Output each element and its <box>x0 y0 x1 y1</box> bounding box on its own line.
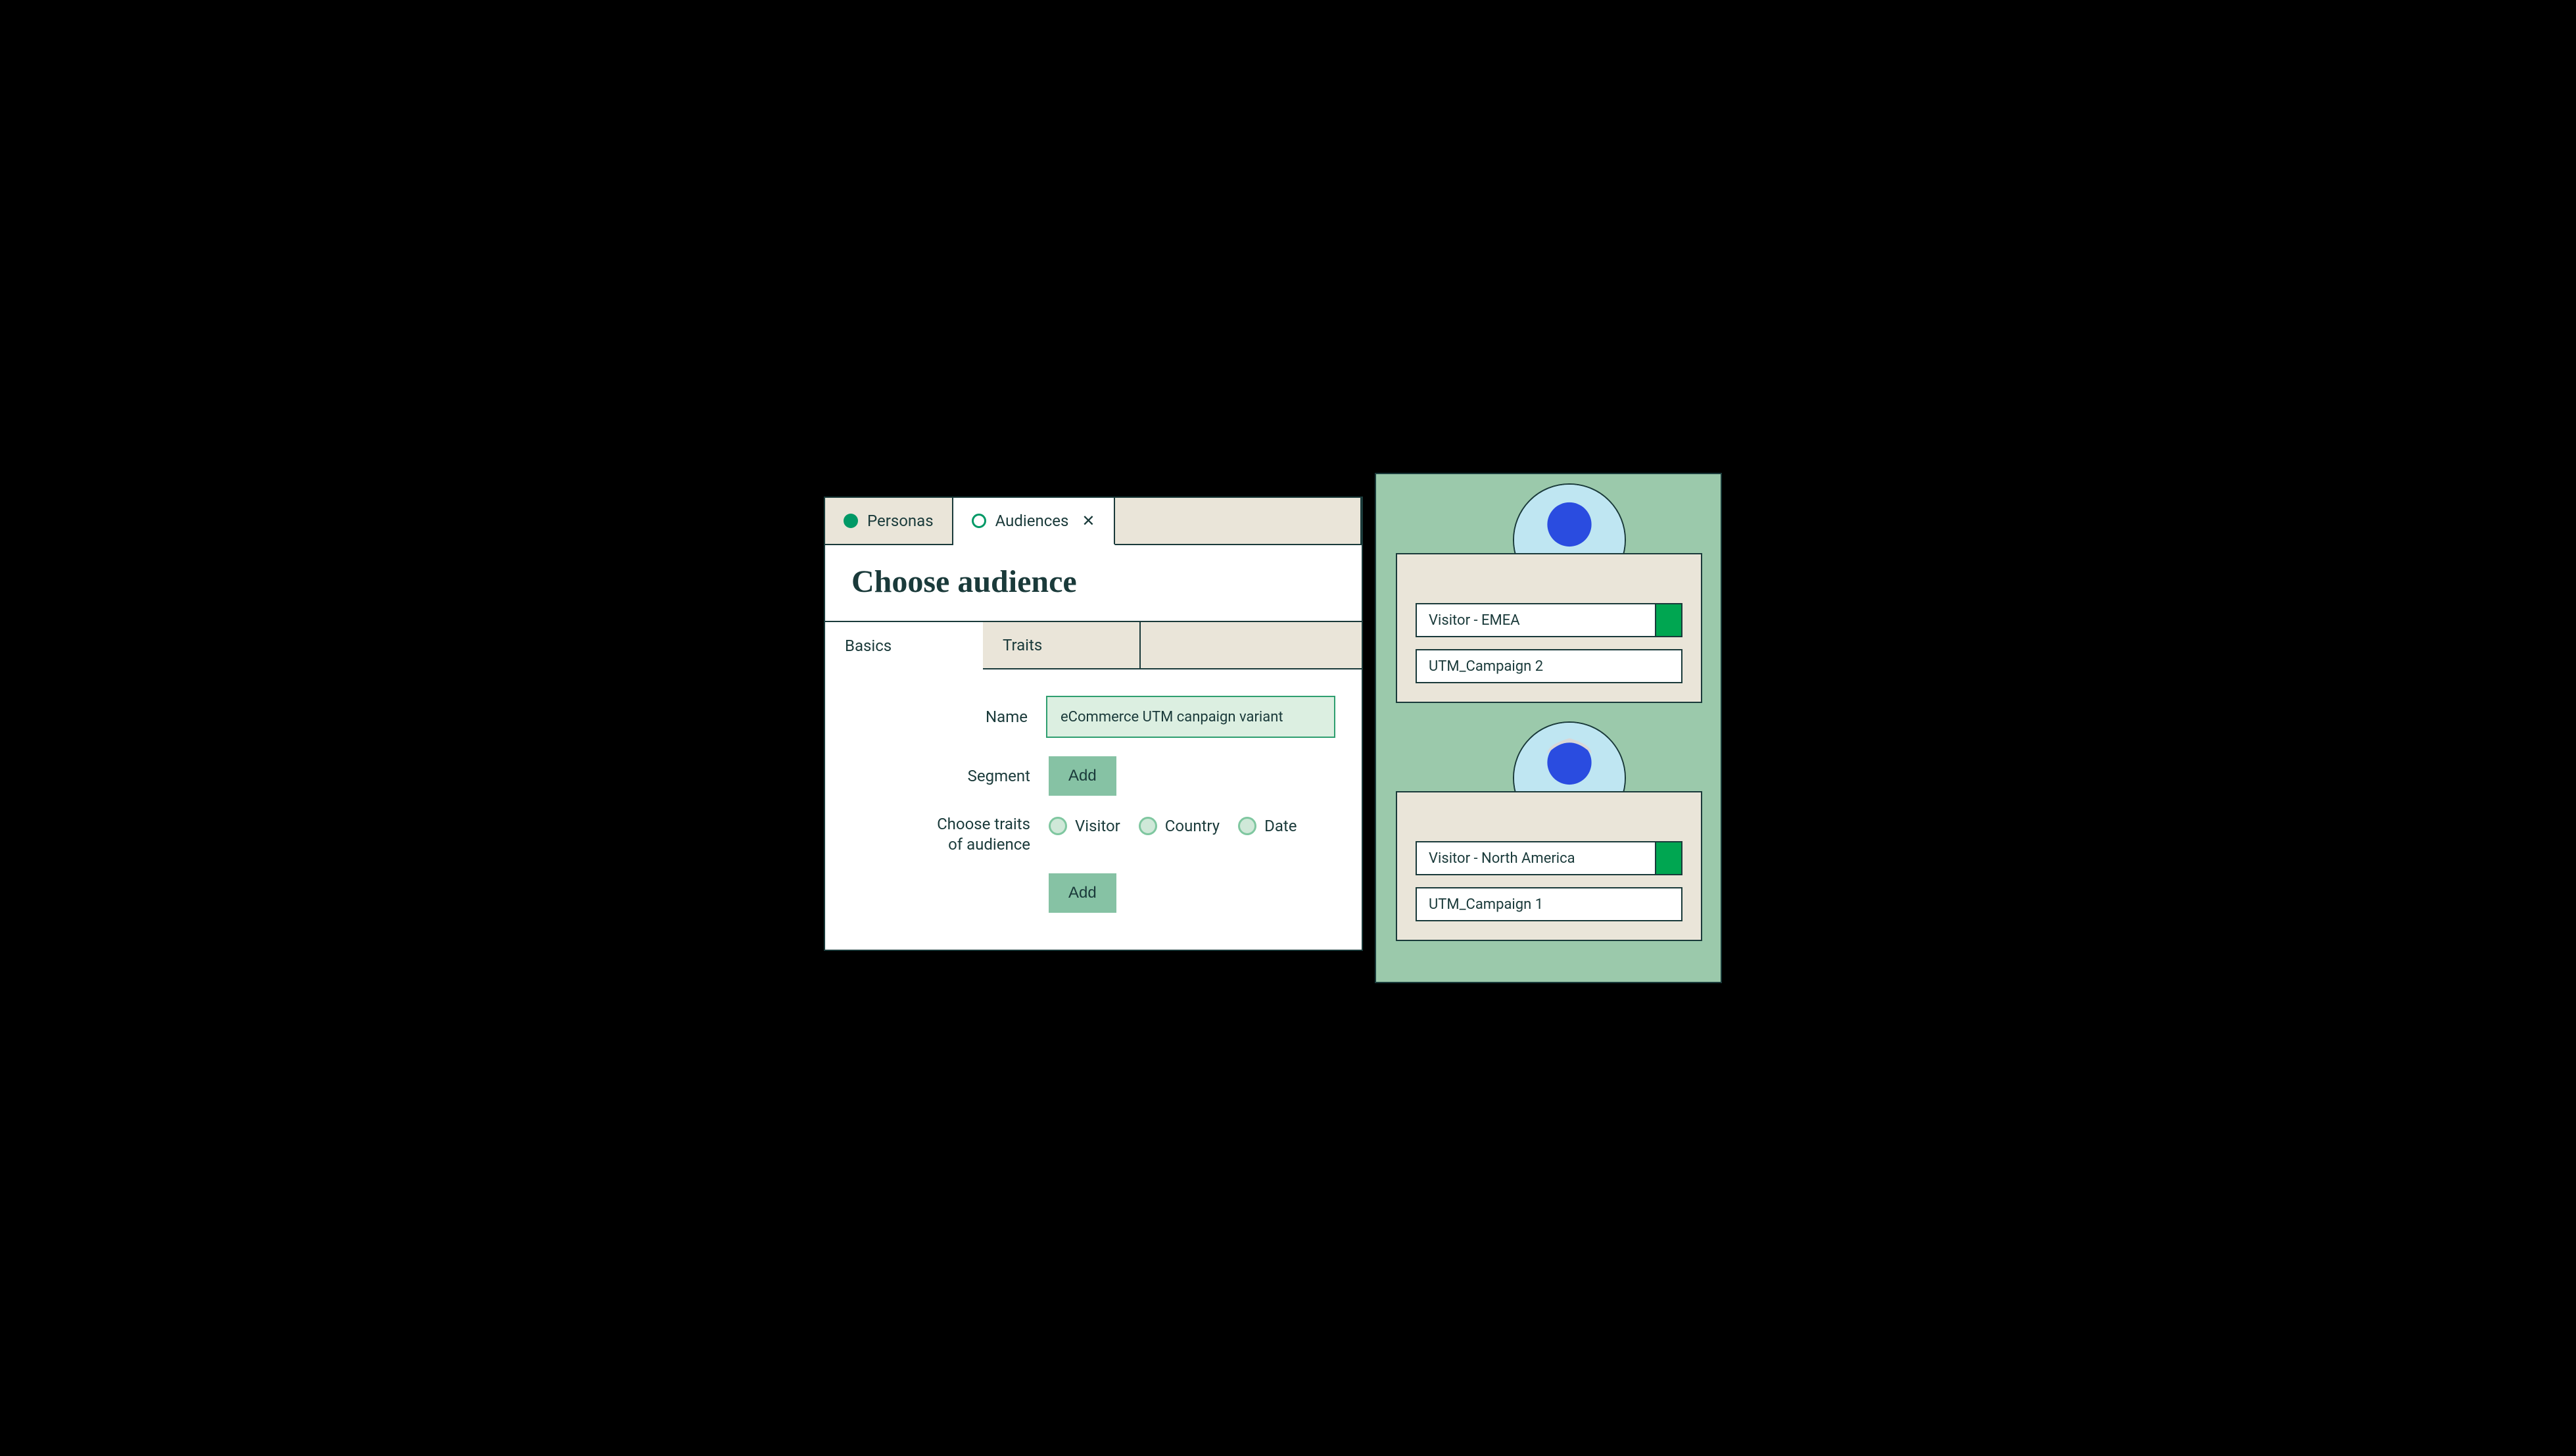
campaign-chip[interactable]: UTM_Campaign 1 <box>1416 887 1682 921</box>
status-dot-filled-icon <box>844 514 858 528</box>
audience-builder-window: Personas Audiences ✕ Choose audience Bas… <box>824 497 1363 951</box>
visitor-chip[interactable]: Visitor - EMEA <box>1416 603 1682 637</box>
trait-option-label: Visitor <box>1075 817 1120 835</box>
chip-label: Visitor - EMEA <box>1429 612 1520 629</box>
tab-label: Audiences <box>995 512 1069 530</box>
subtab-filler <box>1141 622 1362 669</box>
chip-label: UTM_Campaign 2 <box>1429 658 1543 675</box>
traits-add-button[interactable]: Add <box>1049 873 1116 913</box>
traits-label-line1: Choose traits <box>937 815 1030 833</box>
row-segment: Segment Add <box>851 756 1335 796</box>
radio-icon <box>1139 817 1157 835</box>
chip-label: Visitor - North America <box>1429 850 1575 867</box>
sub-tabstrip: Basics Traits <box>825 622 1362 669</box>
tab-audiences[interactable]: Audiences ✕ <box>953 498 1115 545</box>
status-dot-ring-icon <box>972 514 986 528</box>
visitor-chip[interactable]: Visitor - North America <box>1416 841 1682 875</box>
segment-label: Segment <box>851 767 1049 785</box>
chip-endcap <box>1655 603 1682 637</box>
subtab-traits[interactable]: Traits <box>983 622 1141 669</box>
name-input[interactable]: eCommerce UTM canpaign variant <box>1046 696 1335 738</box>
segment-add-button[interactable]: Add <box>1049 756 1116 796</box>
trait-option-visitor[interactable]: Visitor <box>1049 817 1120 835</box>
audience-form: Name eCommerce UTM canpaign variant Segm… <box>825 669 1362 950</box>
close-icon[interactable]: ✕ <box>1082 513 1095 529</box>
trait-option-country[interactable]: Country <box>1139 817 1220 835</box>
tab-personas[interactable]: Personas <box>825 498 953 544</box>
trait-option-label: Date <box>1264 817 1297 835</box>
button-label: Add <box>1068 884 1097 902</box>
tab-label: Personas <box>867 512 934 530</box>
radio-icon <box>1049 817 1067 835</box>
subtab-label: Basics <box>845 637 892 655</box>
persona-card: Visitor - EMEA UTM_Campaign 2 <box>1396 553 1702 703</box>
traits-label: Choose traits of audience <box>851 814 1049 855</box>
page-title: Choose audience <box>851 564 1335 600</box>
personas-preview-panel: Visitor - EMEA UTM_Campaign 2 Visitor - … <box>1375 473 1722 983</box>
chip-label: UTM_Campaign 1 <box>1429 896 1543 913</box>
subtab-basics[interactable]: Basics <box>825 622 983 669</box>
campaign-chip[interactable]: UTM_Campaign 2 <box>1416 649 1682 683</box>
subtab-label: Traits <box>1003 636 1042 654</box>
page-title-block: Choose audience <box>825 545 1362 622</box>
name-input-value: eCommerce UTM canpaign variant <box>1061 709 1283 725</box>
chip-endcap <box>1655 841 1682 875</box>
name-label: Name <box>851 708 1046 726</box>
trait-option-date[interactable]: Date <box>1238 817 1297 835</box>
decorative-bar <box>1722 812 1744 838</box>
radio-icon <box>1238 817 1256 835</box>
tab-filler <box>1115 498 1362 544</box>
trait-option-label: Country <box>1165 817 1220 835</box>
decorative-bar <box>1722 575 1744 602</box>
row-traits-add: Add <box>851 873 1335 913</box>
row-traits: Choose traits of audience Visitor Countr… <box>851 814 1335 855</box>
traits-label-line2: of audience <box>948 835 1030 854</box>
row-name: Name eCommerce UTM canpaign variant <box>851 696 1335 738</box>
persona-card: Visitor - North America UTM_Campaign 1 <box>1396 791 1702 941</box>
top-tabstrip: Personas Audiences ✕ <box>825 498 1362 545</box>
button-label: Add <box>1068 767 1097 785</box>
